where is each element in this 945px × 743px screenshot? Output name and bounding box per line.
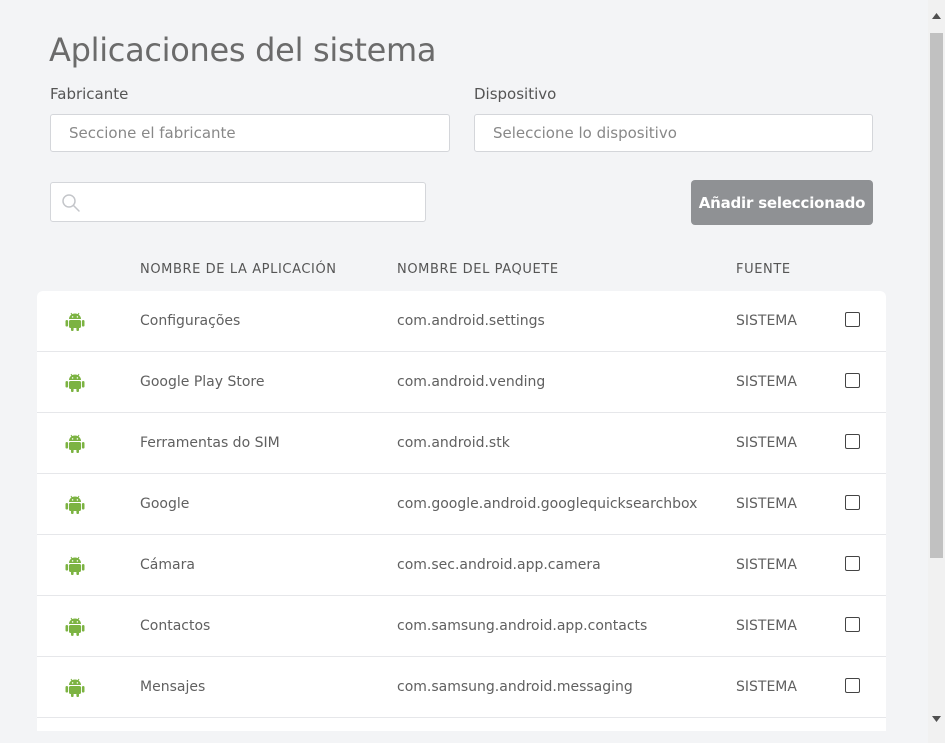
source: SISTEMA <box>736 496 797 512</box>
manufacturer-select-placeholder: Seccione el fabricante <box>69 124 236 142</box>
device-select[interactable]: Seleccione lo dispositivo <box>474 114 873 152</box>
source: SISTEMA <box>736 618 797 634</box>
table-row: Google com.google.android.googlequicksea… <box>37 474 886 535</box>
row-checkbox[interactable] <box>845 434 860 449</box>
row-checkbox[interactable] <box>845 678 860 693</box>
table-row: Mensajes com.samsung.android.messaging S… <box>37 657 886 718</box>
manufacturer-select[interactable]: Seccione el fabricante <box>50 114 450 152</box>
source: SISTEMA <box>736 679 797 695</box>
scroll-down-arrow-icon[interactable] <box>932 716 941 722</box>
page-title: Aplicaciones del sistema <box>49 31 437 70</box>
source: SISTEMA <box>736 313 797 329</box>
table-row: Google Play Store com.android.vending SI… <box>37 352 886 413</box>
search-input[interactable] <box>89 183 419 223</box>
search-field[interactable] <box>50 182 426 223</box>
page-bottom-strip <box>0 731 930 743</box>
app-name: Ferramentas do SIM <box>140 435 280 451</box>
vertical-scrollbar[interactable] <box>928 0 945 743</box>
package-name: com.android.vending <box>397 374 546 390</box>
column-header-package-name: NOMBRE DEL PAQUETE <box>397 262 559 277</box>
column-header-app-name: NOMBRE DE LA APLICACIÓN <box>140 262 337 277</box>
package-name: com.google.android.googlequicksearchbox <box>397 496 698 512</box>
package-name: com.samsung.android.messaging <box>397 679 633 695</box>
scroll-up-arrow-icon[interactable] <box>932 13 941 19</box>
row-checkbox[interactable] <box>845 556 860 571</box>
apps-table: Configurações com.android.settings SISTE… <box>37 291 886 743</box>
column-header-source: FUENTE <box>736 262 791 277</box>
device-select-placeholder: Seleccione lo dispositivo <box>493 124 677 142</box>
android-icon <box>65 434 85 453</box>
package-name: com.sec.android.app.camera <box>397 557 601 573</box>
app-name: Configurações <box>140 313 241 329</box>
android-icon <box>65 312 85 331</box>
android-icon <box>65 617 85 636</box>
table-row: Contactos com.samsung.android.app.contac… <box>37 596 886 657</box>
package-name: com.android.stk <box>397 435 510 451</box>
manufacturer-label: Fabricante <box>50 85 129 103</box>
android-icon <box>65 556 85 575</box>
add-selected-button[interactable]: Añadir seleccionado <box>691 180 873 225</box>
android-icon <box>65 373 85 392</box>
table-row: Cámara com.sec.android.app.camera SISTEM… <box>37 535 886 596</box>
row-checkbox[interactable] <box>845 373 860 388</box>
row-checkbox[interactable] <box>845 617 860 632</box>
package-name: com.samsung.android.app.contacts <box>397 618 648 634</box>
app-name: Contactos <box>140 618 211 634</box>
source: SISTEMA <box>736 435 797 451</box>
android-icon <box>65 678 85 697</box>
package-name: com.android.settings <box>397 313 545 329</box>
scrollbar-thumb[interactable] <box>930 33 943 558</box>
search-icon <box>62 194 80 212</box>
app-name: Mensajes <box>140 679 206 695</box>
app-name: Google <box>140 496 190 512</box>
row-checkbox[interactable] <box>845 495 860 510</box>
table-row: Ferramentas do SIM com.android.stk SISTE… <box>37 413 886 474</box>
source: SISTEMA <box>736 374 797 390</box>
source: SISTEMA <box>736 557 797 573</box>
device-label: Dispositivo <box>474 85 557 103</box>
app-name: Google Play Store <box>140 374 265 390</box>
row-checkbox[interactable] <box>845 312 860 327</box>
table-row: Configurações com.android.settings SISTE… <box>37 291 886 352</box>
app-name: Cámara <box>140 557 195 573</box>
android-icon <box>65 495 85 514</box>
